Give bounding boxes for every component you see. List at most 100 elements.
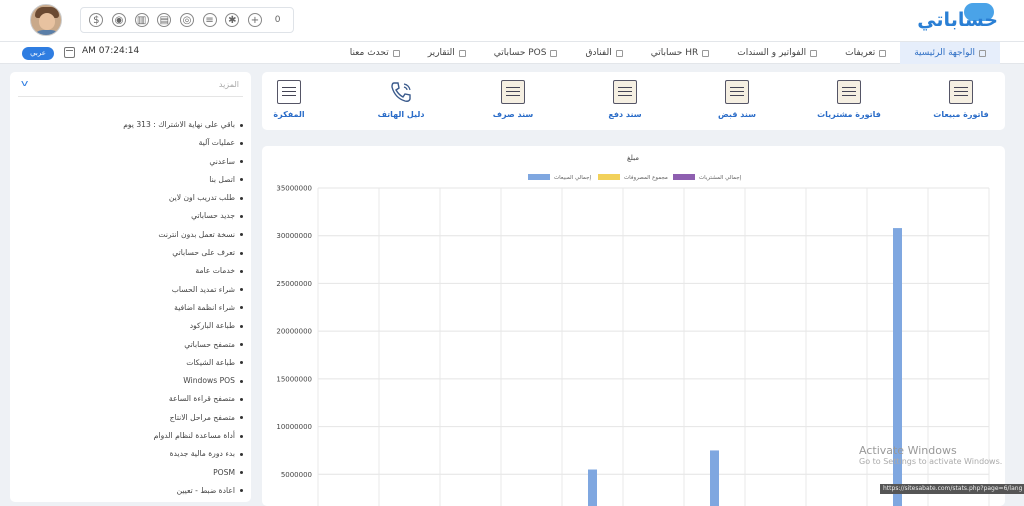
legend-sales-label: إجمالي المبيعات xyxy=(554,175,591,181)
sidebar-link-item[interactable]: طلب تدريب اون لاين xyxy=(123,189,243,207)
dollar-icon[interactable]: $ xyxy=(89,13,104,27)
sidebar-link-item[interactable]: جديد حساباتي xyxy=(123,207,243,225)
sidebar-link-item[interactable]: متصفح حساباتي xyxy=(123,336,243,354)
main-navbar: عربي AM 07:24:14 الواجهة الرئيسية تعريفات… xyxy=(0,42,1024,64)
sidebar-panel: المزيد v باقي على نهاية الاشتراك : 313 ي… xyxy=(10,72,251,502)
money-bag-icon[interactable]: ◉ xyxy=(111,13,126,27)
quick-icon-toolbar: $ ◉ ▥ ▤ ◎ ≡ ✱ + 0 xyxy=(80,7,294,33)
nav-item-4[interactable]: الفنادق xyxy=(571,42,636,64)
shortcut-2[interactable]: سند قبض xyxy=(697,78,777,119)
document-pen-icon xyxy=(613,80,637,104)
logo-text: حساباتي xyxy=(917,9,999,31)
sidebar-link-item[interactable]: بدء دورة مالية جديدة xyxy=(123,445,243,463)
user-avatar[interactable] xyxy=(30,4,62,36)
y-tick-label: 5000000 xyxy=(281,471,312,479)
app-logo[interactable]: حساباتي xyxy=(917,3,999,39)
target-icon[interactable]: ◎ xyxy=(179,13,194,27)
nav-item-1[interactable]: تعريفات xyxy=(831,42,900,64)
legend-expenses-label: مجموع المصروفات xyxy=(624,175,668,181)
sidebar-link-item[interactable]: متصفح قراءة الساعة xyxy=(123,390,243,408)
database-icon[interactable]: ≡ xyxy=(202,13,217,27)
sidebar-link-item[interactable]: نسخة تعمل بدون انترنت xyxy=(123,226,243,244)
shortcut-1[interactable]: فاتورة مشتريات xyxy=(809,78,889,119)
shortcut-5[interactable]: دليل الهاتف xyxy=(361,78,441,119)
windows-activation-title: Activate Windows xyxy=(859,444,957,457)
sidebar-link-item[interactable]: اتصل بنا xyxy=(123,171,243,189)
nav-item-icon xyxy=(615,49,623,57)
sidebar-link-item[interactable]: شراء تمديد الحساب xyxy=(123,281,243,299)
sidebar-link-item[interactable]: شراء انظمة اضافية xyxy=(123,299,243,317)
legend-purchases-swatch xyxy=(673,174,695,180)
nav-item-2[interactable]: الفواتير و السندات xyxy=(723,42,831,64)
divider xyxy=(18,96,243,97)
sidebar-link-item[interactable]: ساعدني xyxy=(123,153,243,171)
nav-item-icon xyxy=(879,49,887,57)
plus-icon[interactable]: + xyxy=(247,13,262,27)
status-bar-url: https://sitesabate.com/stats.php?page=6/… xyxy=(880,484,1024,494)
top-header: $ ◉ ▥ ▤ ◎ ≡ ✱ + 0 حساباتي xyxy=(0,0,1024,42)
legend-expenses-swatch xyxy=(598,174,620,180)
shortcut-label: سند قبض xyxy=(718,110,756,119)
sidebar-link-item[interactable]: باقي على نهاية الاشتراك : 313 يوم xyxy=(123,116,243,134)
sidebar-link-item[interactable]: متصفح مراحل الانتاج xyxy=(123,409,243,427)
chart-title: مبلغ xyxy=(627,154,639,162)
sidebar-link-item[interactable]: اعادة ضبط - تعيين xyxy=(123,482,243,500)
notebook-icon xyxy=(277,80,301,104)
shortcut-4[interactable]: سند صرف xyxy=(473,78,553,119)
nav-item-7[interactable]: تحدث معنا xyxy=(336,42,414,64)
nav-item-icon xyxy=(550,49,558,57)
nav-item-label: تعريفات xyxy=(845,48,876,58)
shortcut-3[interactable]: سند دفع xyxy=(585,78,665,119)
y-tick-label: 25000000 xyxy=(276,280,312,288)
nav-menu: الواجهة الرئيسية تعريفات الفواتير و السندا… xyxy=(336,42,1000,64)
sidebar-link-list: باقي على نهاية الاشتراك : 313 يوم عمليات … xyxy=(123,116,243,500)
y-tick-label: 30000000 xyxy=(276,232,312,240)
sidebar-link-item[interactable]: Windows POS xyxy=(123,372,243,390)
shortcut-label: فاتورة مشتريات xyxy=(817,110,881,119)
shortcut-6[interactable]: المفكرة xyxy=(249,78,329,119)
y-tick-label: 20000000 xyxy=(276,328,312,336)
clipboard-icon xyxy=(837,80,861,104)
nav-item-icon xyxy=(392,49,400,57)
language-button[interactable]: عربي xyxy=(22,47,54,60)
nav-item-label: تحدث معنا xyxy=(349,48,389,58)
nav-item-label: التقارير xyxy=(427,48,455,58)
nav-item-label: الواجهة الرئيسية xyxy=(914,48,975,58)
shortcut-0[interactable]: فاتورة مبيعات xyxy=(921,78,1001,119)
nav-item-5[interactable]: حساباتي POS xyxy=(480,42,572,64)
shortcut-label: المفكرة xyxy=(273,110,305,119)
sidebar-link-item[interactable]: طباعة الباركود xyxy=(123,317,243,335)
users-icon[interactable]: 0 xyxy=(271,13,285,27)
bar-sales-6 xyxy=(710,450,719,506)
nav-item-icon xyxy=(702,49,710,57)
sidebar-link-item[interactable]: عمليات آلية xyxy=(123,134,243,152)
shortcut-label: دليل الهاتف xyxy=(377,110,425,119)
sidebar-link-item[interactable]: تعرف على حساباتي xyxy=(123,244,243,262)
shortcut-label: فاتورة مبيعات xyxy=(933,110,989,119)
nav-item-3[interactable]: حساباتي HR xyxy=(637,42,723,64)
windows-activation-subtitle: Go to Settings to activate Windows. xyxy=(859,457,1003,466)
shortcut-bar: فاتورة مبيعات فاتورة مشتريات سند قبض سند دف… xyxy=(262,72,1005,130)
chevron-down-icon[interactable]: v xyxy=(21,79,28,89)
nav-item-label: حساباتي HR xyxy=(650,48,699,58)
sidebar-more-label: المزيد xyxy=(218,80,239,89)
legend-sales-swatch xyxy=(528,174,550,180)
building-icon[interactable]: ▥ xyxy=(134,13,149,27)
sidebar-link-item[interactable]: أداة مساعدة لنظام الدوام xyxy=(123,427,243,445)
sidebar-link-item[interactable]: خدمات عامة xyxy=(123,262,243,280)
clipboard-icon xyxy=(949,80,973,104)
phone-icon xyxy=(389,80,413,104)
gear-icon[interactable]: ✱ xyxy=(225,13,240,27)
sidebar-link-item[interactable]: طباعة الشيكات xyxy=(123,354,243,372)
printer-icon[interactable]: ▤ xyxy=(157,13,172,27)
nav-item-0[interactable]: الواجهة الرئيسية xyxy=(900,42,1000,64)
y-tick-label: 10000000 xyxy=(276,423,312,431)
nav-item-icon xyxy=(979,49,986,57)
shortcut-label: سند صرف xyxy=(492,110,534,119)
calendar-icon[interactable] xyxy=(64,47,75,58)
bar-sales-4 xyxy=(588,469,597,506)
legend-purchases-label: إجمالي المشتريات xyxy=(699,175,742,181)
sidebar-link-item[interactable]: POSM xyxy=(123,464,243,482)
y-tick-label: 15000000 xyxy=(276,375,312,383)
nav-item-6[interactable]: التقارير xyxy=(414,42,480,64)
